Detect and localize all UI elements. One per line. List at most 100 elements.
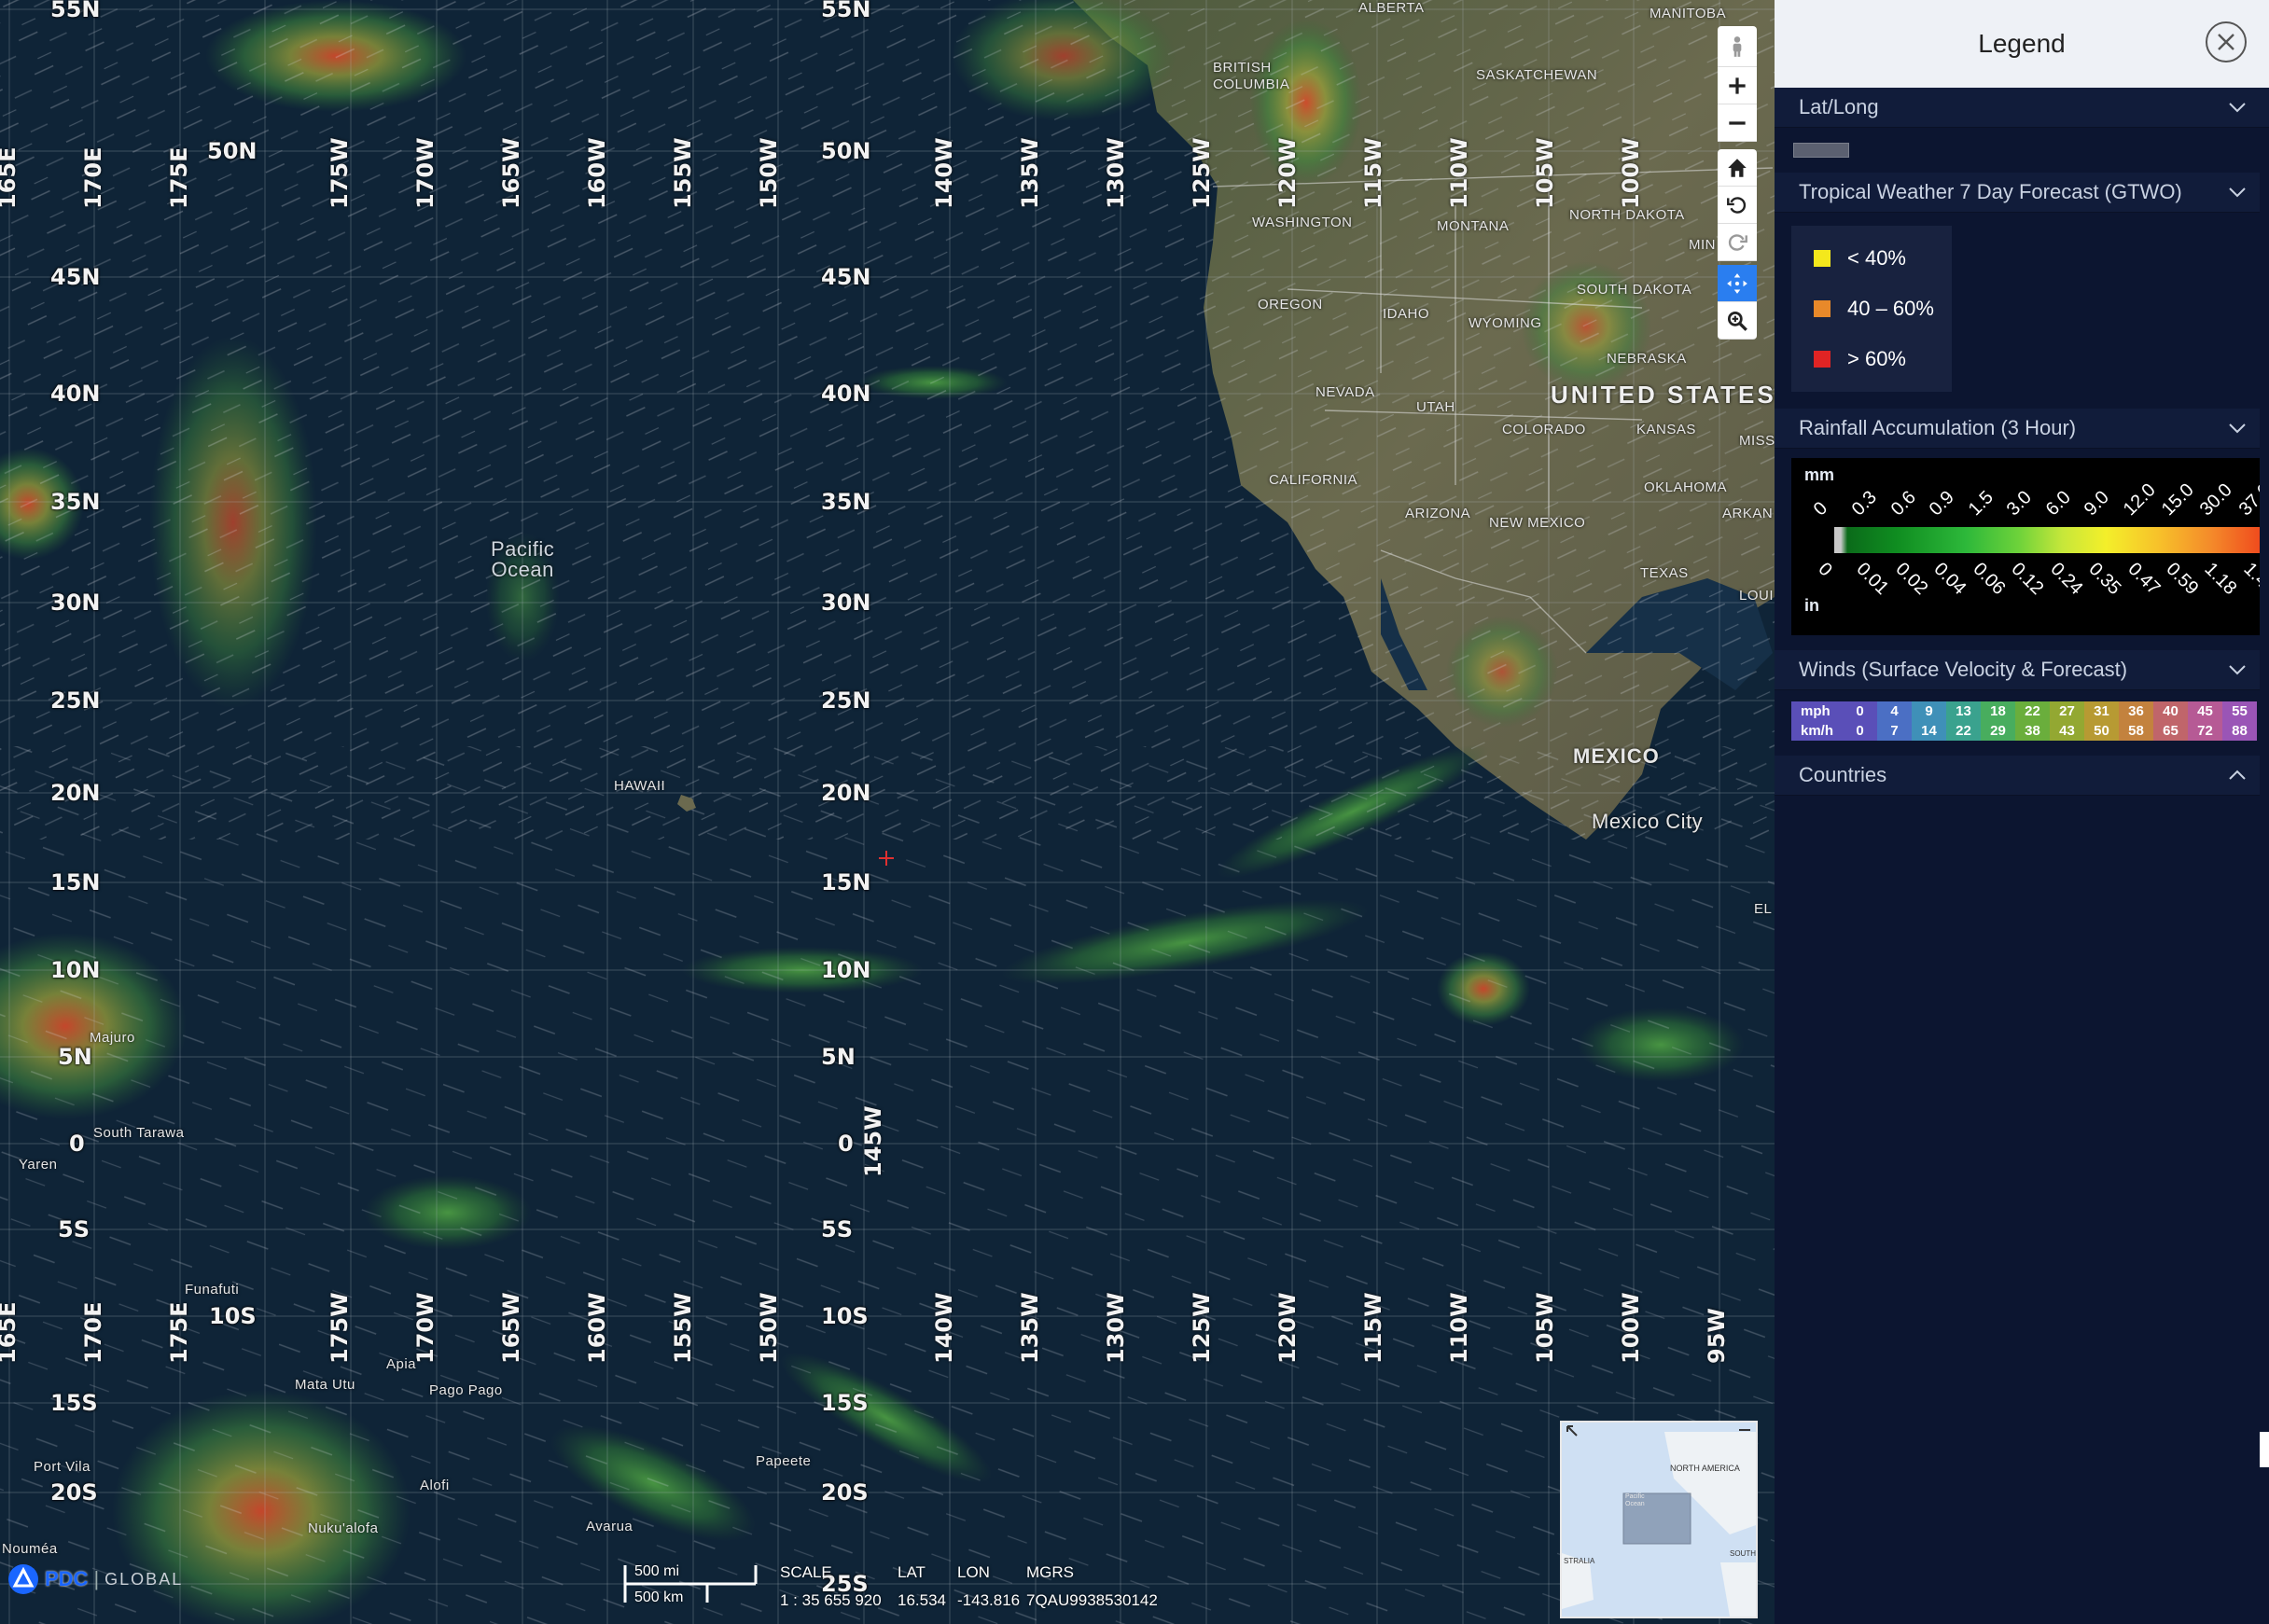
logo-separator: | bbox=[93, 1567, 100, 1590]
place-mexico: MEXICO bbox=[1573, 744, 1660, 768]
place-alofi: Alofi bbox=[420, 1478, 450, 1493]
place-louisiana: LOUI bbox=[1739, 588, 1775, 604]
legend-section-countries[interactable]: Countries bbox=[1775, 756, 2269, 796]
legend-header: Legend bbox=[1775, 0, 2269, 88]
lat-value: 16.534 bbox=[898, 1591, 946, 1609]
lat-label-center: 15N bbox=[821, 869, 871, 895]
lon-label-top: 155W bbox=[670, 137, 696, 209]
place-oregon: OREGON bbox=[1258, 297, 1323, 312]
lat-label-left: 20S bbox=[50, 1479, 98, 1506]
lat-label-center: 25N bbox=[821, 687, 871, 714]
map-view[interactable]: 55N 50N 45N 40N 35N 30N 25N 20N 15N 10N 5N 0 5S 10S 15… bbox=[0, 0, 1775, 1624]
place-mississippi: MISS bbox=[1739, 433, 1775, 449]
scale-value: 1 : 35 655 920 bbox=[780, 1591, 882, 1609]
lat-label-left: 35N bbox=[50, 489, 101, 515]
lat-label: LAT bbox=[898, 1563, 926, 1581]
lat-label-left: 55N bbox=[50, 0, 101, 22]
section-title-gtwo: Tropical Weather 7 Day Forecast (GTWO) bbox=[1799, 180, 2182, 203]
place-kansas: KANSAS bbox=[1636, 422, 1696, 437]
rotate-right-button[interactable] bbox=[1718, 224, 1757, 261]
zoom-in-icon bbox=[1729, 76, 1746, 94]
rainfall-unit-in: in bbox=[1804, 596, 1819, 615]
place-papeete: Papeete bbox=[756, 1453, 812, 1469]
winds-kmh-cell: 22 bbox=[1946, 721, 1981, 741]
winds-kmh-cell: 29 bbox=[1981, 721, 2015, 741]
rainfall-in-tick: 0.35 bbox=[2084, 559, 2125, 600]
rainfall-mm-tick: 0.9 bbox=[1926, 487, 1959, 521]
winds-kmh-cell: 14 bbox=[1912, 721, 1946, 741]
street-view-button[interactable] bbox=[1718, 26, 1757, 67]
lon-label-top: 130W bbox=[1103, 137, 1129, 209]
place-colorado: COLORADO bbox=[1502, 422, 1586, 437]
overview-australia: STRALIA bbox=[1564, 1557, 1595, 1565]
logo-sub: GLOBAL bbox=[104, 1569, 184, 1589]
legend-section-gtwo[interactable]: Tropical Weather 7 Day Forecast (GTWO) bbox=[1775, 173, 2269, 213]
section-title-rainfall: Rainfall Accumulation (3 Hour) bbox=[1799, 416, 2077, 439]
map-canvas[interactable] bbox=[0, 0, 1775, 1624]
place-funafuti: Funafuti bbox=[185, 1282, 240, 1298]
pan-button[interactable] bbox=[1718, 265, 1757, 302]
lon-value: -143.816 bbox=[957, 1591, 1021, 1609]
chevron-up-icon bbox=[2229, 770, 2246, 780]
place-mata-utu: Mata Utu bbox=[295, 1377, 355, 1393]
rainfall-mm-tick: 0.6 bbox=[1886, 487, 1920, 521]
legend-section-latlong[interactable]: Lat/Long bbox=[1775, 88, 2269, 128]
place-idaho: IDAHO bbox=[1383, 306, 1430, 322]
rainfall-in-tick: 1.18 bbox=[2200, 559, 2241, 600]
legend-scrollbar-track[interactable] bbox=[2260, 131, 2269, 1483]
lat-label-center: 40N bbox=[821, 381, 871, 407]
overview-map[interactable]: NORTH AMERICA Pacific Ocean STRALIA SOUT… bbox=[1560, 1421, 1758, 1618]
place-south-dakota: SOUTH DAKOTA bbox=[1577, 282, 1692, 298]
lon-label-bottom: 115W bbox=[1360, 1292, 1386, 1364]
legend-scrollbar-thumb[interactable] bbox=[2260, 1432, 2269, 1467]
logo-brand: PDC bbox=[45, 1567, 89, 1590]
winds-mph-cell: 13 bbox=[1946, 701, 1981, 721]
zoom-out-button[interactable] bbox=[1718, 104, 1757, 142]
overview-map-canvas[interactable] bbox=[1562, 1423, 1756, 1617]
pegman-icon bbox=[1733, 35, 1742, 57]
place-united-states: UNITED STATES bbox=[1551, 381, 1775, 409]
gtwo-item: < 40% bbox=[1791, 233, 1952, 284]
zoom-in-button[interactable] bbox=[1718, 67, 1757, 104]
place-manitoba: MANITOBA bbox=[1650, 6, 1727, 21]
lat-label-left: 40N bbox=[50, 381, 101, 407]
gtwo-body: < 40% 40 – 60% > 60% bbox=[1775, 213, 2269, 409]
place-saskatchewan: SASKATCHEWAN bbox=[1476, 67, 1598, 83]
winds-mph-cell: 22 bbox=[2015, 701, 2050, 721]
lat-label-center: 5S bbox=[821, 1216, 853, 1242]
lon-label: LON bbox=[957, 1563, 990, 1581]
lon-label-bottom: 100W bbox=[1618, 1292, 1644, 1364]
zoom-box-button[interactable] bbox=[1718, 302, 1757, 340]
gtwo-item: > 60% bbox=[1791, 334, 1952, 384]
place-minnesota: MIN bbox=[1689, 237, 1716, 253]
place-new-mexico: NEW MEXICO bbox=[1489, 515, 1586, 531]
gtwo-items: < 40% 40 – 60% > 60% bbox=[1791, 226, 1952, 392]
legend-close-button[interactable] bbox=[2206, 21, 2247, 62]
legend-section-rainfall[interactable]: Rainfall Accumulation (3 Hour) bbox=[1775, 409, 2269, 449]
rainfall-mm-tick: 0.3 bbox=[1848, 487, 1882, 521]
place-washington: WASHINGTON bbox=[1252, 215, 1353, 230]
winds-mph-row: mph 0 4 9 13 18 22 27 31 36 40 45 55 bbox=[1791, 701, 2257, 721]
lat-label-left: 10N bbox=[50, 957, 101, 983]
rotate-left-button[interactable] bbox=[1718, 187, 1757, 224]
gtwo-item: 40 – 60% bbox=[1791, 284, 1952, 334]
place-nevada: NEVADA bbox=[1315, 384, 1375, 400]
mgrs-label: MGRS bbox=[1026, 1563, 1074, 1581]
place-arkansas: ARKAN bbox=[1722, 506, 1774, 521]
gtwo-label: < 40% bbox=[1847, 246, 1906, 270]
gtwo-label: 40 – 60% bbox=[1847, 297, 1934, 320]
app: 55N 50N 45N 40N 35N 30N 25N 20N 15N 10N 5N 0 5S 10S 15… bbox=[0, 0, 2269, 1624]
place-pacific-ocean: Pacific Ocean bbox=[491, 537, 555, 581]
rotate-right-icon bbox=[1728, 233, 1747, 251]
winds-kmh-cell: 88 bbox=[2222, 721, 2257, 741]
legend-section-winds[interactable]: Winds (Surface Velocity & Forecast) bbox=[1775, 650, 2269, 690]
place-majuro: Majuro bbox=[90, 1030, 135, 1046]
rainfall-body: mm 0 0.3 0.6 0.9 1.5 3.0 6.0 9.0 12.0 15.0 30.0 37.… bbox=[1775, 449, 2269, 650]
rainfall-in-tick: 0.47 bbox=[2123, 559, 2165, 600]
rainfall-mm-tick: 12.0 bbox=[2119, 479, 2160, 521]
lat-label-left: 30N bbox=[50, 590, 101, 616]
place-el-salvador: EL bbox=[1754, 901, 1773, 917]
rainfall-in-tick: 0 bbox=[1814, 559, 1836, 581]
lon-label-bottom: 165E bbox=[0, 1301, 21, 1365]
home-button[interactable] bbox=[1718, 149, 1757, 187]
